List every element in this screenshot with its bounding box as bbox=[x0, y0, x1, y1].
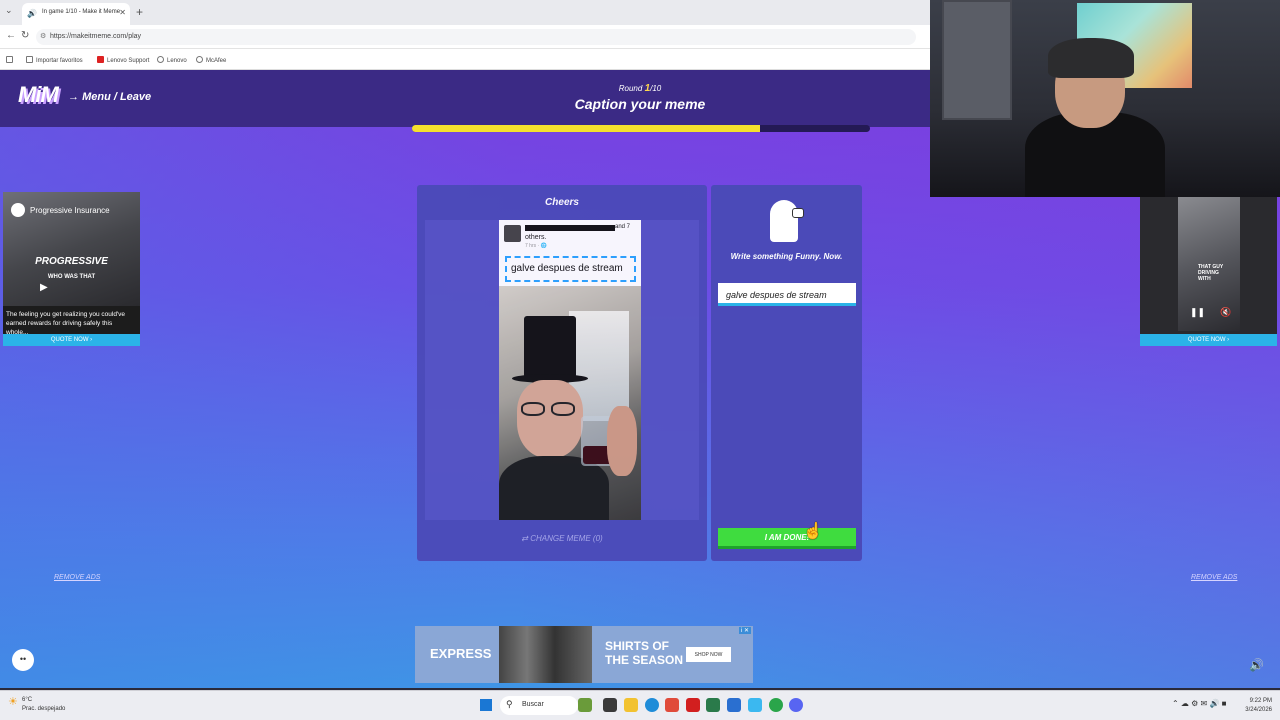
tabs-icon[interactable] bbox=[6, 56, 16, 64]
lenovo-icon[interactable] bbox=[686, 698, 700, 712]
post-others: others. bbox=[525, 234, 547, 241]
taskview-icon[interactable] bbox=[603, 698, 617, 712]
pause-icon[interactable]: ❚❚ bbox=[1190, 307, 1205, 318]
bookmark-mcafee[interactable]: McAfee bbox=[196, 56, 226, 64]
caption-input[interactable] bbox=[718, 283, 856, 306]
timer-bar bbox=[412, 125, 870, 132]
ad-left[interactable]: Progressive Insurance PROGRESSIVE WHO WA… bbox=[3, 192, 140, 346]
system-tray[interactable]: ⌃ ☁ ⚙ ✉ 🔊 ■ bbox=[1172, 699, 1226, 708]
speaker-icon: 🔊 bbox=[27, 9, 37, 18]
ad-brand: EXPRESS bbox=[430, 646, 492, 661]
remove-ads-left[interactable]: REMOVE ADS bbox=[54, 574, 100, 581]
taskbar-search[interactable]: ⚲ Buscar bbox=[500, 696, 578, 715]
ad-subline: WHO WAS THAT bbox=[47, 274, 96, 280]
meme-frame: and 7 others. 7 hrs · 🌐 galve despues de… bbox=[425, 220, 699, 520]
ad-bottom[interactable]: EXPRESS SHIRTS OF THE SEASON SHOP NOW i … bbox=[415, 626, 753, 683]
edge-icon[interactable] bbox=[645, 698, 659, 712]
adchoices-icon[interactable]: i ✕ bbox=[738, 627, 751, 634]
caption-panel: Write something Funny. Now. I AM DONE! bbox=[711, 185, 862, 561]
close-tab-icon[interactable]: ✕ bbox=[119, 8, 126, 17]
bookmarks-bar: Importar favoritos Lenovo Support Lenovo… bbox=[0, 49, 930, 70]
taskbar-app-icon[interactable] bbox=[578, 698, 592, 712]
reload-icon[interactable]: ↻ bbox=[21, 30, 29, 41]
ad-brand: Progressive Insurance bbox=[30, 206, 110, 215]
globe-icon bbox=[157, 56, 164, 63]
weather-widget[interactable]: ☀ 6°C Prac. despejado bbox=[8, 696, 65, 714]
done-button[interactable]: I AM DONE! bbox=[718, 528, 856, 549]
search-icon: ⚲ bbox=[506, 699, 513, 709]
bookmark-lenovo-support[interactable]: Lenovo Support bbox=[97, 56, 149, 64]
file-explorer-icon[interactable] bbox=[624, 698, 638, 712]
chat-icon[interactable]: •• bbox=[12, 649, 34, 671]
round-indicator: Round 1/10 bbox=[618, 83, 662, 94]
meme-photo bbox=[499, 286, 641, 520]
quote-now-button[interactable]: QUOTE NOW › bbox=[1140, 334, 1277, 346]
browser-tabstrip: ⌄ 🔊 In game 1/10 - Make it Meme ✕ + bbox=[0, 0, 930, 25]
post-and: and 7 bbox=[615, 224, 631, 230]
mute-icon[interactable]: 🔇 bbox=[1220, 307, 1231, 318]
meme-caption-box[interactable]: galve despues de stream bbox=[505, 256, 636, 282]
shop-now-button[interactable]: SHOP NOW bbox=[686, 647, 731, 662]
clock[interactable]: 9:22 PM 3/24/2026 bbox=[1236, 697, 1272, 715]
mouse-cursor-icon: ☝ bbox=[803, 523, 823, 540]
menu-leave-button[interactable]: → Menu / Leave bbox=[68, 91, 151, 103]
new-tab-icon[interactable]: + bbox=[136, 5, 143, 19]
taskbar-app-icon[interactable] bbox=[748, 698, 762, 712]
ad-photo bbox=[499, 626, 592, 683]
remove-ads-right[interactable]: REMOVE ADS bbox=[1191, 574, 1237, 581]
play-icon[interactable]: ▶ bbox=[40, 282, 48, 293]
taskbar-app-icon[interactable] bbox=[665, 698, 679, 712]
globe-icon bbox=[196, 56, 203, 63]
ad-right[interactable]: THAT GUY DRIVING WITH ❚❚ 🔇 QUOTE NOW › bbox=[1140, 197, 1277, 346]
logo[interactable]: MiM bbox=[18, 82, 59, 108]
meme-title: Cheers bbox=[545, 197, 579, 208]
tab-list-icon[interactable]: ⌄ bbox=[5, 5, 13, 16]
start-button[interactable] bbox=[480, 699, 492, 711]
meme-card: and 7 others. 7 hrs · 🌐 galve despues de… bbox=[499, 220, 641, 520]
bookmark-import[interactable]: Importar favoritos bbox=[26, 56, 83, 64]
weather-icon: ☀ bbox=[8, 696, 18, 708]
url-field[interactable]: ⚙ https://makeitmeme.com/play bbox=[36, 29, 916, 45]
change-meme-button[interactable]: ⇄ CHANGE MEME (0) bbox=[417, 534, 707, 543]
browser-tab[interactable]: 🔊 In game 1/10 - Make it Meme ✕ bbox=[22, 3, 130, 25]
tab-title: In game 1/10 - Make it Meme bbox=[42, 9, 121, 15]
address-bar: ← ↻ ⚙ https://makeitmeme.com/play bbox=[0, 25, 930, 49]
page-title: Caption your meme bbox=[574, 96, 706, 112]
webcam-overlay bbox=[930, 0, 1280, 197]
import-icon bbox=[26, 56, 33, 63]
quote-now-button[interactable]: QUOTE NOW › bbox=[3, 334, 140, 346]
mascot-icon bbox=[770, 196, 804, 242]
taskbar-app-icon[interactable] bbox=[727, 698, 741, 712]
timer-bar-fill bbox=[412, 125, 761, 132]
write-prompt: Write something Funny. Now. bbox=[730, 252, 843, 261]
avatar bbox=[504, 225, 521, 242]
brand-logo-icon bbox=[11, 203, 25, 217]
site-info-icon[interactable]: ⚙ bbox=[40, 32, 46, 40]
chrome-icon[interactable] bbox=[769, 698, 783, 712]
redacted-name bbox=[525, 225, 615, 231]
ad-headline: PROGRESSIVE bbox=[35, 256, 108, 267]
ad-video[interactable]: Progressive Insurance PROGRESSIVE WHO WA… bbox=[3, 192, 140, 306]
taskbar-app-icon[interactable] bbox=[706, 698, 720, 712]
ad-overlay-text: THAT GUY DRIVING WITH bbox=[1198, 264, 1224, 282]
post-time: 7 hrs · 🌐 bbox=[525, 243, 547, 249]
taskbar: ☀ 6°C Prac. despejado ⚲ Buscar ⌃ ☁ ⚙ ✉ 🔊… bbox=[0, 690, 1280, 720]
url-text: https://makeitmeme.com/play bbox=[50, 33, 142, 40]
sound-icon[interactable]: 🔊 bbox=[1249, 658, 1264, 672]
ad-headline: SHIRTS OF THE SEASON bbox=[605, 639, 684, 667]
back-icon[interactable]: ← bbox=[6, 30, 16, 41]
ad-description: The feeling you get realizing you could'… bbox=[6, 311, 126, 336]
meme-panel: Cheers and 7 others. 7 hrs · 🌐 galve des… bbox=[417, 185, 707, 561]
discord-icon[interactable] bbox=[789, 698, 803, 712]
bookmark-lenovo[interactable]: Lenovo bbox=[157, 56, 187, 64]
lenovo-icon bbox=[97, 56, 104, 63]
